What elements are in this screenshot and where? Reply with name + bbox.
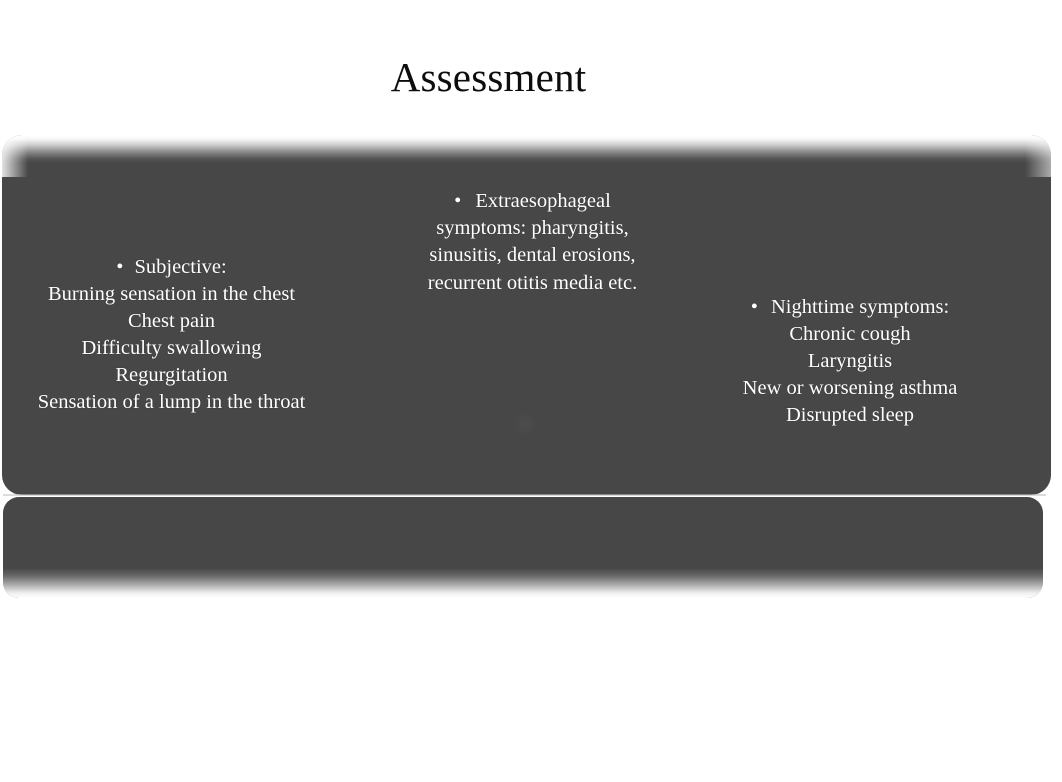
list-item: Burning sensation in the chest bbox=[47, 283, 296, 305]
bullet-icon: • bbox=[454, 190, 462, 212]
bullet-heading-text: Subjective: bbox=[134, 256, 227, 278]
bullet-block-extraesophageal: • Extraesophageal symptoms: pharyngitis, … bbox=[415, 188, 650, 297]
bullet-icon: • bbox=[116, 256, 124, 278]
list-item: Laryngitis bbox=[807, 350, 893, 372]
list-item: Disrupted sleep bbox=[785, 404, 915, 426]
bullet-block-nighttime: • Nighttime symptoms: Chronic cough Laryn… bbox=[705, 294, 995, 429]
bullet-block-faded: • bbox=[415, 412, 650, 439]
list-item: Sensation of a lump in the throat bbox=[37, 391, 306, 413]
list-item: Chest pain bbox=[127, 310, 216, 332]
bullet-heading-faded: • bbox=[415, 412, 650, 439]
list-item: Difficulty swallowing bbox=[81, 337, 262, 359]
bullet-icon: • bbox=[521, 414, 530, 436]
panel-corner-fade-right bbox=[1025, 135, 1051, 177]
bullet-heading-extraesophageal: • Extraesophageal bbox=[415, 188, 650, 215]
bullet-block-subjective: • Subjective: Burning sensation in the ch… bbox=[0, 254, 343, 416]
list-item: Regurgitation bbox=[115, 364, 228, 386]
bullet-body-text: symptoms: pharyngitis, sinusitis, dental… bbox=[427, 217, 638, 294]
content-panel-secondary bbox=[3, 497, 1043, 598]
list-item: New or worsening asthma bbox=[742, 377, 958, 399]
bullet-heading-text: Nighttime symptoms: bbox=[770, 296, 950, 318]
bullet-heading-subjective: • Subjective: bbox=[0, 254, 343, 281]
page-title: Assessment bbox=[390, 54, 587, 100]
bullet-icon: • bbox=[750, 296, 758, 318]
panel-divider bbox=[3, 494, 1046, 496]
bullet-heading-nighttime: • Nighttime symptoms: bbox=[705, 294, 995, 321]
panel-corner-fade-left bbox=[2, 135, 28, 177]
panel-bottom-fade bbox=[3, 568, 1043, 598]
list-item: Chronic cough bbox=[789, 323, 911, 345]
panel-top-fade bbox=[2, 135, 1051, 163]
bullet-heading-text: Extraesophageal bbox=[475, 190, 611, 212]
